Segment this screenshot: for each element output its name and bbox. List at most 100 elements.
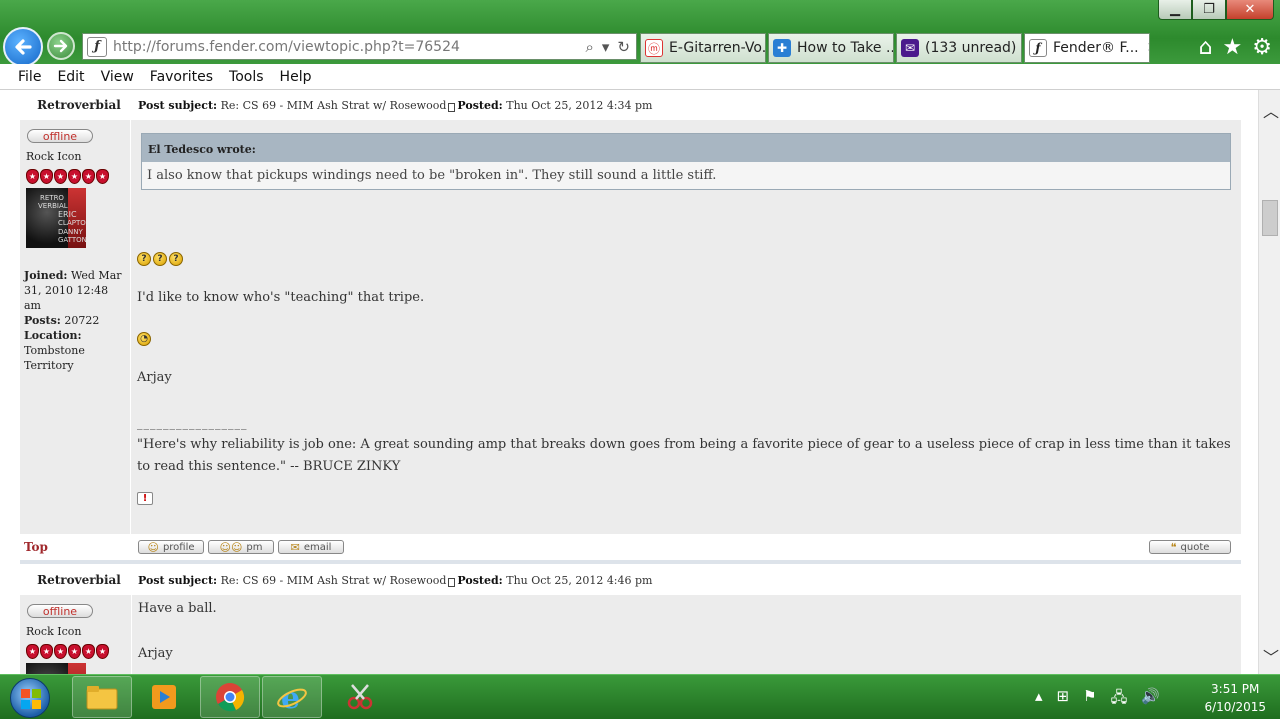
guitar-pick-icon: ★ [68, 644, 81, 659]
quote-text: I also know that pickups windings need t… [147, 168, 717, 183]
post-signoff: Arjay [138, 646, 173, 661]
maximize-button[interactable]: ❐ [1192, 0, 1226, 20]
volume-icon[interactable]: 🔊 [1141, 687, 1160, 712]
home-icon[interactable]: ⌂ [1199, 35, 1213, 60]
post-content: El Tedesco wrote: I also know that picku… [130, 120, 1241, 534]
joined-info: Joined: Wed Mar 31, 2010 12:48 am [24, 269, 122, 312]
browser-chrome: ▁ ❐ ✕ ƒ http://forums.fender.com/viewtop… [0, 0, 1280, 67]
window-controls: ▁ ❐ ✕ [1158, 0, 1274, 20]
chevron-up-icon[interactable]: ︿ [1263, 98, 1279, 122]
forum-post: Retroverbial Post subject: Re: CS 69 - M… [20, 565, 1241, 674]
chevron-down-icon[interactable]: ﹀ [1263, 644, 1279, 668]
close-tab-icon[interactable]: ✕ [1147, 40, 1149, 56]
report-post-icon[interactable]: ! [137, 492, 153, 505]
post-body: offline Rock Icon ★ ★ ★ ★ ★ ★ Have a bal… [20, 595, 1241, 674]
refresh-icon[interactable]: ↻ [617, 38, 630, 56]
file-explorer-taskbar-button[interactable] [72, 676, 132, 718]
minimize-button[interactable]: ▁ [1158, 0, 1192, 20]
gear-icon[interactable]: ⚙ [1252, 35, 1272, 60]
menu-help[interactable]: Help [272, 69, 320, 85]
tab-how-to-take[interactable]: ✚ How to Take ... [768, 33, 894, 63]
envelope-icon: ✉ [290, 540, 300, 554]
quote-button[interactable]: ❝ quote [1149, 540, 1231, 554]
site-logo-icon: ⓜ [645, 39, 663, 57]
guitar-pick-icon: ★ [68, 169, 81, 184]
action-center-flag-icon[interactable]: ⚑ [1083, 687, 1096, 712]
question-smiley-icon: ? [137, 252, 151, 266]
fender-favicon-icon: ƒ [87, 36, 107, 57]
scroll-thumb[interactable] [1262, 200, 1278, 236]
signature-separator: _________________ [137, 417, 248, 430]
top-link[interactable]: Top [20, 540, 138, 554]
email-button[interactable]: ✉ email [278, 540, 344, 554]
windows-logo-icon [21, 689, 41, 709]
snipping-tool-taskbar-button[interactable] [330, 676, 390, 718]
taskbar-clock[interactable]: 3:51 PM 6/10/2015 [1204, 680, 1266, 716]
posted-label: Posted: [457, 98, 503, 112]
post-body: offline Rock Icon ★ ★ ★ ★ ★ ★ RETRO VERB… [20, 120, 1241, 534]
post-paragraph: Have a ball. [138, 601, 217, 616]
forum-post: Retroverbial Post subject: Re: CS 69 - M… [20, 90, 1241, 560]
location-info: Location: Tombstone Territory [24, 329, 85, 372]
user-rank: Rock Icon [26, 150, 82, 163]
show-hidden-icons-icon[interactable]: ▴ [1035, 687, 1043, 712]
url-text[interactable]: http://forums.fender.com/viewtopic.php?t… [113, 39, 585, 55]
page-icon[interactable] [448, 577, 456, 587]
menu-view[interactable]: View [93, 69, 142, 85]
tab-title: E-Gitarren-Vo... [669, 40, 766, 56]
forward-button[interactable] [47, 32, 75, 60]
post-author[interactable]: Retroverbial [20, 573, 138, 587]
post-footer: Top ☺ profile ☺☺ pm ✉ email ❝ quote [20, 534, 1241, 560]
post-signoff: Arjay [137, 370, 172, 385]
menu-file[interactable]: File [10, 69, 49, 85]
user-icon: ☺ [147, 540, 159, 554]
users-icon: ☺☺ [219, 540, 243, 554]
menu-edit[interactable]: Edit [49, 69, 92, 85]
status-badge: offline [27, 129, 93, 143]
guitar-pick-icon: ★ [82, 169, 95, 184]
chrome-taskbar-button[interactable] [200, 676, 260, 718]
svg-text:e: e [281, 681, 300, 714]
menu-tools[interactable]: Tools [221, 69, 272, 85]
guitar-pick-icon: ★ [96, 644, 109, 659]
tab-fender-active[interactable]: ƒ Fender® F... ✕ [1024, 33, 1150, 63]
close-window-button[interactable]: ✕ [1226, 0, 1274, 20]
profile-button[interactable]: ☺ profile [138, 540, 204, 554]
media-player-taskbar-button[interactable] [134, 676, 194, 718]
post-author[interactable]: Retroverbial [20, 98, 138, 112]
speech-bubble-icon: ❝ [1170, 540, 1177, 554]
guitar-pick-icon: ★ [40, 169, 53, 184]
page-icon[interactable] [448, 102, 456, 112]
address-bar[interactable]: ƒ http://forums.fender.com/viewtopic.php… [82, 33, 637, 60]
tab-egitarren[interactable]: ⓜ E-Gitarren-Vo... [640, 33, 766, 63]
back-button[interactable] [3, 27, 43, 67]
guitar-pick-icon: ★ [26, 644, 39, 659]
network-icon[interactable]: 🖧 [1111, 687, 1128, 712]
posted-label: Posted: [457, 573, 503, 587]
dropdown-arrow-icon[interactable]: ▾ [602, 38, 610, 56]
internet-explorer-icon: e [277, 681, 307, 714]
user-rank: Rock Icon [26, 625, 82, 638]
system-tray: ▴ ⊞ ⚑ 🖧 🔊 [1035, 687, 1160, 712]
post-subject-line: Post subject: Re: CS 69 - MIM Ash Strat … [138, 99, 652, 112]
pm-button[interactable]: ☺☺ pm [208, 540, 274, 554]
windows-icon[interactable]: ⊞ [1057, 687, 1070, 712]
media-player-icon [152, 685, 176, 709]
vertical-scrollbar[interactable]: ︿ ﹀ [1258, 90, 1280, 674]
plus-page-icon: ✚ [773, 39, 791, 57]
tab-mail[interactable]: ✉ (133 unread) ... [896, 33, 1022, 63]
fender-favicon-icon: ƒ [1029, 39, 1047, 57]
search-icon[interactable]: ⌕ [585, 38, 593, 56]
ie-taskbar-button[interactable]: e [262, 676, 322, 718]
menu-favorites[interactable]: Favorites [142, 69, 221, 85]
post-content: Have a ball. Arjay [131, 595, 1241, 674]
clock-time: 3:51 PM [1211, 682, 1260, 696]
post-paragraph: I'd like to know who's "teaching" that t… [137, 290, 425, 305]
star-icon[interactable]: ★ [1223, 35, 1243, 60]
post-subject: Re: CS 69 - MIM Ash Strat w/ Rosewood [220, 573, 447, 587]
tab-title: How to Take ... [797, 40, 894, 56]
menu-bar: File Edit View Favorites Tools Help [0, 64, 1280, 90]
start-button[interactable] [10, 678, 50, 718]
post-subject-line: Post subject: Re: CS 69 - MIM Ash Strat … [138, 574, 652, 587]
post-subject: Re: CS 69 - MIM Ash Strat w/ Rosewood [220, 98, 447, 112]
